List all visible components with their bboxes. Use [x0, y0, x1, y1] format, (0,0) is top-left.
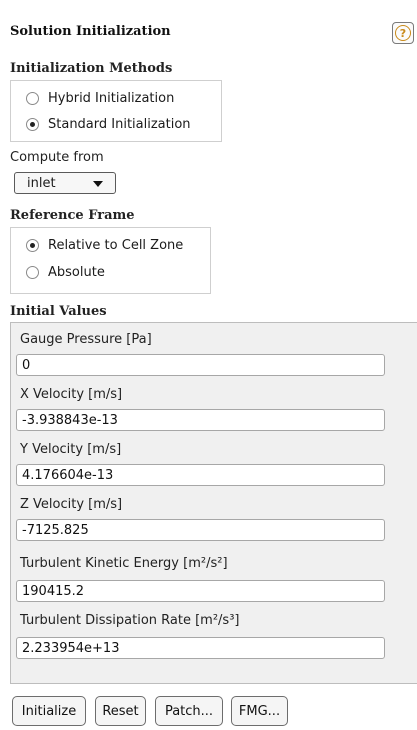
initialization-methods-label: Initialization Methods [10, 61, 173, 76]
x-velocity-input[interactable] [16, 409, 385, 431]
x-velocity-label: X Velocity [m/s] [20, 387, 123, 402]
radio-hybrid-initialization[interactable]: Hybrid Initialization [26, 91, 174, 106]
compute-from-value: inlet [27, 175, 56, 191]
compute-from-dropdown[interactable]: inlet [14, 172, 116, 194]
z-velocity-label: Z Velocity [m/s] [20, 497, 123, 512]
radio-absolute[interactable]: Absolute [26, 265, 105, 280]
radio-label: Standard Initialization [48, 117, 191, 132]
chevron-down-icon [93, 181, 103, 187]
radio-label: Relative to Cell Zone [48, 238, 184, 253]
fmg-button[interactable]: FMG... [231, 696, 288, 726]
compute-from-label: Compute from [10, 150, 104, 165]
gauge-pressure-label: Gauge Pressure [Pa] [20, 332, 152, 347]
help-button[interactable]: ? [392, 22, 414, 44]
turbulent-kinetic-energy-label: Turbulent Kinetic Energy [m²/s²] [20, 556, 228, 571]
panel-title: Solution Initialization [10, 24, 171, 39]
radio-label: Hybrid Initialization [48, 91, 175, 106]
help-icon: ? [395, 25, 411, 41]
radio-relative-to-cell-zone[interactable]: Relative to Cell Zone [26, 238, 183, 253]
turbulent-dissipation-rate-input[interactable] [16, 637, 385, 659]
radio-button-icon[interactable] [26, 92, 39, 105]
turbulent-dissipation-rate-label: Turbulent Dissipation Rate [m²/s³] [20, 613, 240, 628]
gauge-pressure-input[interactable] [16, 354, 385, 376]
reset-button[interactable]: Reset [95, 696, 146, 726]
turbulent-kinetic-energy-input[interactable] [16, 580, 385, 602]
initialization-methods-group [10, 80, 222, 142]
initialize-button[interactable]: Initialize [12, 696, 86, 726]
y-velocity-label: Y Velocity [m/s] [20, 442, 122, 457]
radio-button-icon[interactable] [26, 266, 39, 279]
y-velocity-input[interactable] [16, 464, 385, 486]
reference-frame-label: Reference Frame [10, 208, 135, 223]
initial-values-panel: Gauge Pressure [Pa] X Velocity [m/s] Y V… [10, 322, 417, 684]
radio-button-checked-icon[interactable] [26, 118, 39, 131]
z-velocity-input[interactable] [16, 519, 385, 541]
radio-label: Absolute [48, 265, 105, 280]
radio-standard-initialization[interactable]: Standard Initialization [26, 117, 191, 132]
patch-button[interactable]: Patch... [155, 696, 223, 726]
initial-values-label: Initial Values [10, 304, 107, 319]
radio-button-checked-icon[interactable] [26, 239, 39, 252]
